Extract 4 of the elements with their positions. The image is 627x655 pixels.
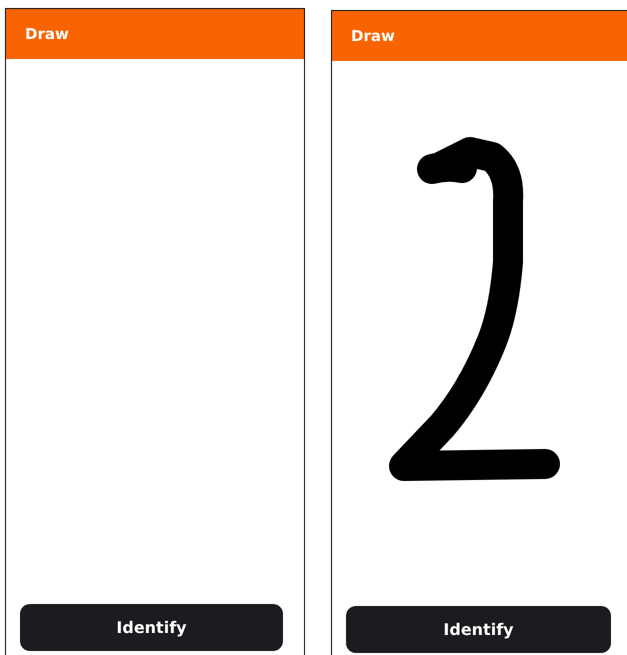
screen-title: Draw: [25, 25, 69, 43]
identify-button[interactable]: Identify: [20, 604, 283, 651]
screen-title: Draw: [351, 27, 395, 45]
identify-button[interactable]: Identify: [346, 606, 611, 653]
